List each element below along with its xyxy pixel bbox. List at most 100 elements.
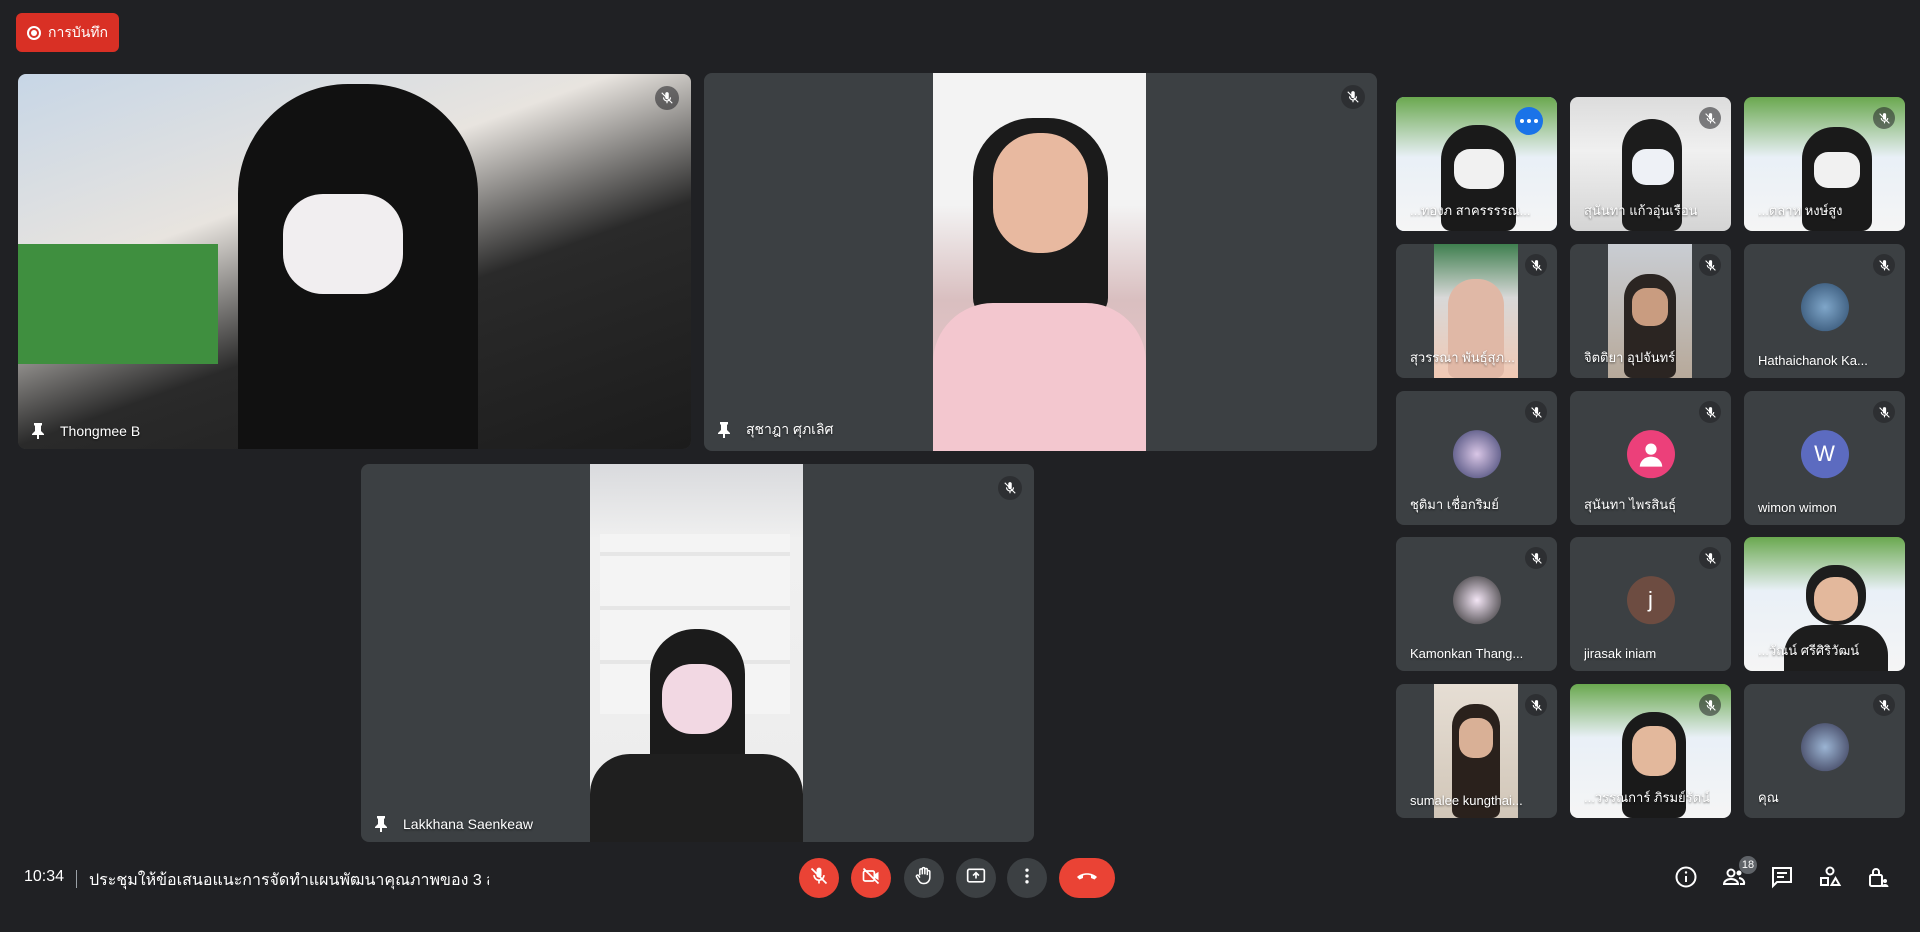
recording-badge[interactable]: การบันทึก xyxy=(16,13,119,52)
participant-name: Lakkhana Saenkeaw xyxy=(403,816,533,832)
raise-hand-button[interactable] xyxy=(904,858,944,898)
side-tile[interactable]: sumalee kungthai... xyxy=(1396,684,1557,818)
participant-video xyxy=(933,73,1146,451)
side-tile-self[interactable]: คุณ xyxy=(1744,684,1905,818)
participant-name: Kamonkan Thang... xyxy=(1410,646,1524,661)
meeting-title: ประชุมให้ข้อเสนอแนะการจัดทำแผนพัฒนาคุณภา… xyxy=(89,872,489,889)
side-tile[interactable]: ...วัณน์ ศรีศิริวัฒน์ xyxy=(1744,537,1905,671)
side-tile[interactable]: ชุติมา เชื่อกริมย์ xyxy=(1396,391,1557,525)
side-tile[interactable]: ...ตลาห หงษ์สูง xyxy=(1744,97,1905,231)
side-tile[interactable]: สุวรรณา พันธุ์สุภ... xyxy=(1396,244,1557,378)
recording-label: การบันทึก xyxy=(47,23,109,40)
avatar xyxy=(1452,430,1501,479)
participant-name: Hathaichanok Ka... xyxy=(1758,353,1868,368)
end-call-button[interactable] xyxy=(1059,858,1115,898)
people-button[interactable]: 18 xyxy=(1721,856,1757,892)
mic-off-icon xyxy=(655,86,679,110)
more-vert-icon xyxy=(1017,866,1037,891)
mic-off-icon xyxy=(998,476,1022,500)
more-options-button[interactable] xyxy=(1007,858,1047,898)
participant-name: jirasak iniam xyxy=(1584,646,1657,661)
side-tile[interactable]: j jirasak iniam xyxy=(1570,537,1731,671)
chat-icon xyxy=(1770,865,1794,894)
participant-name: Thongmee B xyxy=(60,423,141,439)
participant-name: ...วรรณการ์ ภิรมย์รัตน์ xyxy=(1584,790,1710,805)
side-tile[interactable]: ...ทองภ สาครรรรณ... xyxy=(1396,97,1557,231)
divider xyxy=(76,870,77,888)
participant-name-tag: ...ตลาห หงษ์สูง xyxy=(1758,200,1843,221)
side-tile[interactable]: สุนันทา ไพรสินธุ์ xyxy=(1570,391,1731,525)
participant-video xyxy=(590,464,803,842)
participant-name-tag: สุวรรณา พันธุ์สุภ... xyxy=(1410,347,1515,368)
participant-name: จิตติยา อุปจันทร์ xyxy=(1584,350,1676,365)
camera-toggle-button[interactable] xyxy=(851,858,891,898)
mic-off-icon xyxy=(1873,401,1895,423)
mic-off-icon xyxy=(1525,694,1547,716)
more-options-icon[interactable] xyxy=(1515,107,1543,135)
mic-off-icon xyxy=(1699,401,1721,423)
mic-off-icon xyxy=(1341,85,1365,109)
clock: 10:34 xyxy=(24,868,65,885)
participant-name-tag: Lakkhana Saenkeaw xyxy=(373,816,533,832)
meeting-details-button[interactable] xyxy=(1673,866,1699,892)
participant-name: สุวรรณา พันธุ์สุภ... xyxy=(1410,350,1515,365)
main-tile-thongmee[interactable]: Thongmee B xyxy=(18,74,691,449)
mic-off-icon xyxy=(1525,547,1547,569)
mic-off-icon xyxy=(1699,694,1721,716)
avatar: W xyxy=(1800,430,1849,479)
chat-button[interactable] xyxy=(1769,866,1795,892)
mic-off-icon xyxy=(1525,401,1547,423)
mic-off-icon xyxy=(1873,254,1895,276)
participant-name: สุชาฎา ศุภเลิศ xyxy=(746,421,834,437)
participant-name-tag: ...วัณน์ ศรีศิริวัฒน์ xyxy=(1758,640,1859,661)
mic-off-icon xyxy=(1699,107,1721,129)
side-tile[interactable]: Hathaichanok Ka... xyxy=(1744,244,1905,378)
participant-name-tag: จิตติยา อุปจันทร์ xyxy=(1584,347,1675,368)
participant-name-tag: ...วรรณการ์ ภิรมย์รัตน์ xyxy=(1584,787,1710,808)
mic-toggle-button[interactable] xyxy=(799,858,839,898)
mic-off-icon xyxy=(1525,254,1547,276)
participant-name-tag: Kamonkan Thang... xyxy=(1410,646,1523,661)
end-call-icon xyxy=(1075,864,1099,893)
main-tile-lakkhana[interactable]: Lakkhana Saenkeaw xyxy=(361,464,1034,842)
avatar xyxy=(1452,576,1501,625)
mic-off-icon xyxy=(809,866,829,891)
host-controls-button[interactable] xyxy=(1865,866,1891,892)
side-tile[interactable]: W wimon wimon xyxy=(1744,391,1905,525)
participant-name-tag: Hathaichanok Ka... xyxy=(1758,353,1868,368)
pin-icon[interactable] xyxy=(30,423,46,439)
participant-name: wimon wimon xyxy=(1758,500,1837,515)
activities-button[interactable] xyxy=(1817,866,1843,892)
participant-name-tag: สุชาฎา ศุภเลิศ xyxy=(716,419,833,441)
participant-name-tag: jirasak iniam xyxy=(1584,646,1656,661)
participant-video xyxy=(18,74,691,449)
record-icon xyxy=(26,25,41,40)
bottom-toolbar: 10:34 ประชุมให้ข้อเสนอแนะการจัดทำแผนพัฒน… xyxy=(0,842,1920,932)
participant-name: คุณ xyxy=(1758,790,1779,805)
main-tile-suchada[interactable]: สุชาฎา ศุภเลิศ xyxy=(704,73,1377,451)
participant-name: sumalee kungthai... xyxy=(1410,793,1523,808)
avatar xyxy=(1800,283,1849,332)
activities-icon xyxy=(1818,865,1842,894)
pin-icon[interactable] xyxy=(373,816,389,832)
side-tile[interactable]: Kamonkan Thang... xyxy=(1396,537,1557,671)
avatar xyxy=(1626,430,1675,479)
present-screen-button[interactable] xyxy=(956,858,996,898)
participant-name: สุนันทา แก้วอุ่นเรือน xyxy=(1584,203,1698,218)
side-tile[interactable]: สุนันทา แก้วอุ่นเรือน xyxy=(1570,97,1731,231)
participant-name-tag: คุณ xyxy=(1758,787,1779,808)
participant-name: ...ทองภ สาครรรรณ... xyxy=(1410,203,1531,218)
present-screen-icon xyxy=(966,866,986,891)
mic-off-icon xyxy=(1873,694,1895,716)
participant-name-tag: ...ทองภ สาครรรรณ... xyxy=(1410,200,1531,221)
participant-name-tag: Thongmee B xyxy=(30,423,140,439)
participant-name: ชุติมา เชื่อกริมย์ xyxy=(1410,497,1499,512)
participant-name: สุนันทา ไพรสินธุ์ xyxy=(1584,497,1677,512)
participant-name: ...วัณน์ ศรีศิริวัฒน์ xyxy=(1758,643,1860,658)
participant-name: ...ตลาห หงษ์สูง xyxy=(1758,203,1843,218)
pin-icon[interactable] xyxy=(716,422,732,438)
side-tile[interactable]: จิตติยา อุปจันทร์ xyxy=(1570,244,1731,378)
participant-name-tag: sumalee kungthai... xyxy=(1410,793,1523,808)
side-tile[interactable]: ...วรรณการ์ ภิรมย์รัตน์ xyxy=(1570,684,1731,818)
avatar-initial: W xyxy=(1814,441,1835,467)
